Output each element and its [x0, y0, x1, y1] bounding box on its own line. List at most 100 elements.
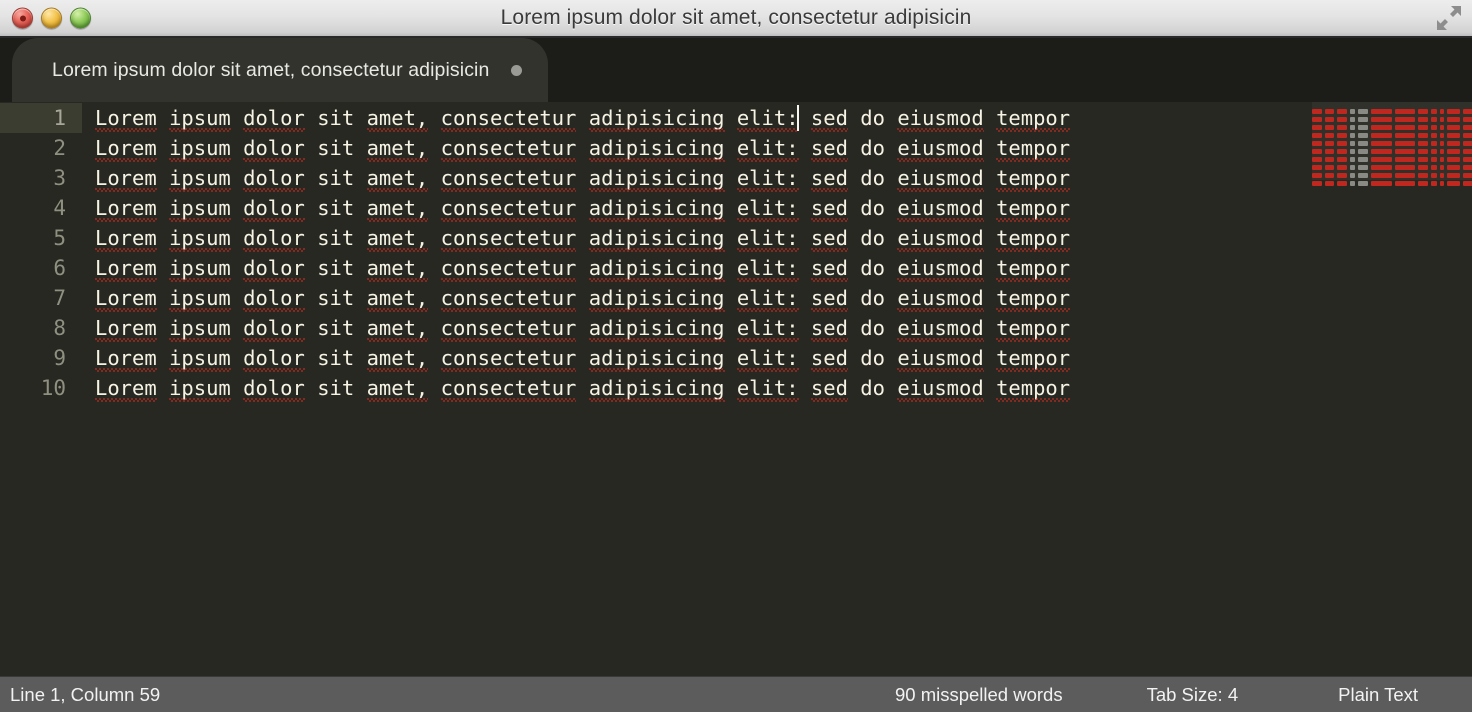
code-line[interactable]: Lorem ipsum dolor sit amet, consectetur … — [95, 373, 1472, 403]
misspelled-word[interactable]: adipisicing — [588, 253, 725, 283]
misspelled-word[interactable]: Lorem — [95, 373, 157, 403]
tab-item-0[interactable]: Lorem ipsum dolor sit amet, consectetur … — [12, 38, 549, 102]
misspelled-word[interactable]: amet, — [366, 313, 428, 343]
misspelled-word[interactable]: ipsum — [169, 103, 231, 133]
misspelled-word[interactable]: amet, — [366, 193, 428, 223]
misspelled-word[interactable]: sed — [810, 133, 848, 163]
misspelled-word[interactable]: Lorem — [95, 343, 157, 373]
misspelled-word[interactable]: elit: — [736, 103, 799, 133]
misspelled-word[interactable]: ipsum — [169, 313, 231, 343]
misspelled-word[interactable]: consectetur — [440, 163, 576, 193]
misspelled-word[interactable]: eiusmod — [897, 313, 985, 343]
misspelled-word[interactable]: elit: — [736, 283, 799, 313]
maximize-window-button[interactable] — [70, 7, 91, 29]
misspelled-word[interactable]: elit: — [736, 253, 799, 283]
misspelled-word[interactable]: dolor — [243, 343, 305, 373]
misspelled-word[interactable]: elit: — [736, 313, 799, 343]
misspelled-word[interactable]: sed — [810, 193, 848, 223]
misspelled-word[interactable]: Lorem — [95, 103, 157, 133]
misspelled-word[interactable]: dolor — [243, 223, 305, 253]
misspelled-word[interactable]: dolor — [243, 193, 305, 223]
misspelled-word[interactable]: consectetur — [440, 313, 576, 343]
misspelled-word[interactable]: elit: — [736, 133, 799, 163]
misspelled-word[interactable]: dolor — [243, 253, 305, 283]
misspelled-word[interactable]: amet, — [366, 133, 428, 163]
misspelled-word[interactable]: dolor — [243, 313, 305, 343]
misspelled-word[interactable]: Lorem — [95, 193, 157, 223]
misspelled-word[interactable]: amet, — [366, 283, 428, 313]
minimize-window-button[interactable] — [41, 7, 62, 29]
fullscreen-expand-icon[interactable] — [1436, 5, 1462, 31]
misspelled-word[interactable]: tempor — [996, 313, 1071, 343]
misspelled-word[interactable]: ipsum — [169, 253, 231, 283]
misspelled-word[interactable]: sed — [810, 373, 848, 403]
code-line[interactable]: Lorem ipsum dolor sit amet, consectetur … — [95, 283, 1472, 313]
editor-pane[interactable]: 1 2 3 4 5 6 7 8 9 10 Lorem ipsum dolor sit amet, … — [0, 102, 1472, 676]
misspelled-word[interactable]: dolor — [243, 103, 305, 133]
misspelled-word[interactable]: adipisicing — [588, 283, 725, 313]
misspelled-word[interactable]: ipsum — [169, 163, 231, 193]
code-line[interactable]: Lorem ipsum dolor sit amet, consectetur … — [95, 313, 1472, 343]
misspelled-word[interactable]: ipsum — [169, 343, 231, 373]
misspelled-word[interactable]: sed — [810, 343, 848, 373]
misspelled-word[interactable]: elit: — [736, 343, 799, 373]
misspelled-word[interactable]: amet, — [366, 253, 428, 283]
code-line[interactable]: Lorem ipsum dolor sit amet, consectetur … — [95, 223, 1472, 253]
misspelled-word[interactable]: consectetur — [440, 193, 576, 223]
misspelled-word[interactable]: tempor — [996, 343, 1071, 373]
misspelled-word[interactable]: consectetur — [440, 133, 576, 163]
code-line[interactable]: Lorem ipsum dolor sit amet, consectetur … — [95, 163, 1472, 193]
misspelled-word[interactable]: eiusmod — [897, 223, 985, 253]
misspelled-word[interactable]: adipisicing — [588, 223, 725, 253]
code-line[interactable]: Lorem ipsum dolor sit amet, consectetur … — [95, 193, 1472, 223]
misspelled-word[interactable]: adipisicing — [588, 373, 725, 403]
misspelled-word[interactable]: elit: — [736, 373, 799, 403]
misspelled-word[interactable]: dolor — [243, 373, 305, 403]
status-syntax-mode[interactable]: Plain Text — [1338, 684, 1418, 706]
misspelled-word[interactable]: consectetur — [440, 103, 576, 133]
misspelled-word[interactable]: tempor — [996, 373, 1071, 403]
misspelled-word[interactable]: tempor — [996, 283, 1071, 313]
misspelled-word[interactable]: ipsum — [169, 373, 231, 403]
misspelled-word[interactable]: ipsum — [169, 193, 231, 223]
misspelled-word[interactable]: tempor — [996, 133, 1071, 163]
status-tab-size[interactable]: Tab Size: 4 — [1147, 684, 1239, 706]
close-window-button[interactable] — [12, 7, 33, 29]
misspelled-word[interactable]: Lorem — [95, 163, 157, 193]
misspelled-word[interactable]: tempor — [996, 103, 1071, 133]
misspelled-word[interactable]: consectetur — [440, 253, 576, 283]
misspelled-word[interactable]: amet, — [366, 223, 428, 253]
misspelled-word[interactable]: eiusmod — [897, 163, 985, 193]
misspelled-word[interactable]: consectetur — [440, 283, 576, 313]
misspelled-word[interactable]: adipisicing — [588, 313, 725, 343]
misspelled-word[interactable]: Lorem — [95, 253, 157, 283]
misspelled-word[interactable]: eiusmod — [897, 283, 985, 313]
misspelled-word[interactable]: elit: — [736, 223, 799, 253]
misspelled-word[interactable]: eiusmod — [897, 133, 985, 163]
misspelled-word[interactable]: eiusmod — [897, 103, 985, 133]
misspelled-word[interactable]: Lorem — [95, 313, 157, 343]
misspelled-word[interactable]: eiusmod — [897, 373, 985, 403]
misspelled-word[interactable]: elit: — [736, 163, 799, 193]
misspelled-word[interactable]: elit: — [736, 193, 799, 223]
misspelled-word[interactable]: tempor — [996, 193, 1071, 223]
misspelled-word[interactable]: adipisicing — [588, 133, 725, 163]
misspelled-word[interactable]: consectetur — [440, 343, 576, 373]
misspelled-word[interactable]: sed — [810, 163, 848, 193]
misspelled-word[interactable]: adipisicing — [588, 163, 725, 193]
code-content-area[interactable]: Lorem ipsum dolor sit amet, consectetur … — [82, 102, 1472, 676]
status-spellcheck-count[interactable]: 90 misspelled words — [895, 684, 1063, 706]
misspelled-word[interactable]: dolor — [243, 163, 305, 193]
misspelled-word[interactable]: amet, — [366, 163, 428, 193]
misspelled-word[interactable]: sed — [810, 223, 848, 253]
code-line[interactable]: Lorem ipsum dolor sit amet, consectetur … — [95, 133, 1472, 163]
misspelled-word[interactable]: adipisicing — [588, 343, 725, 373]
misspelled-word[interactable]: tempor — [996, 253, 1071, 283]
misspelled-word[interactable]: ipsum — [169, 223, 231, 253]
misspelled-word[interactable]: ipsum — [169, 283, 231, 313]
misspelled-word[interactable]: consectetur — [440, 223, 576, 253]
misspelled-word[interactable]: Lorem — [95, 133, 157, 163]
misspelled-word[interactable]: tempor — [996, 163, 1071, 193]
misspelled-word[interactable]: Lorem — [95, 223, 157, 253]
misspelled-word[interactable]: ipsum — [169, 133, 231, 163]
